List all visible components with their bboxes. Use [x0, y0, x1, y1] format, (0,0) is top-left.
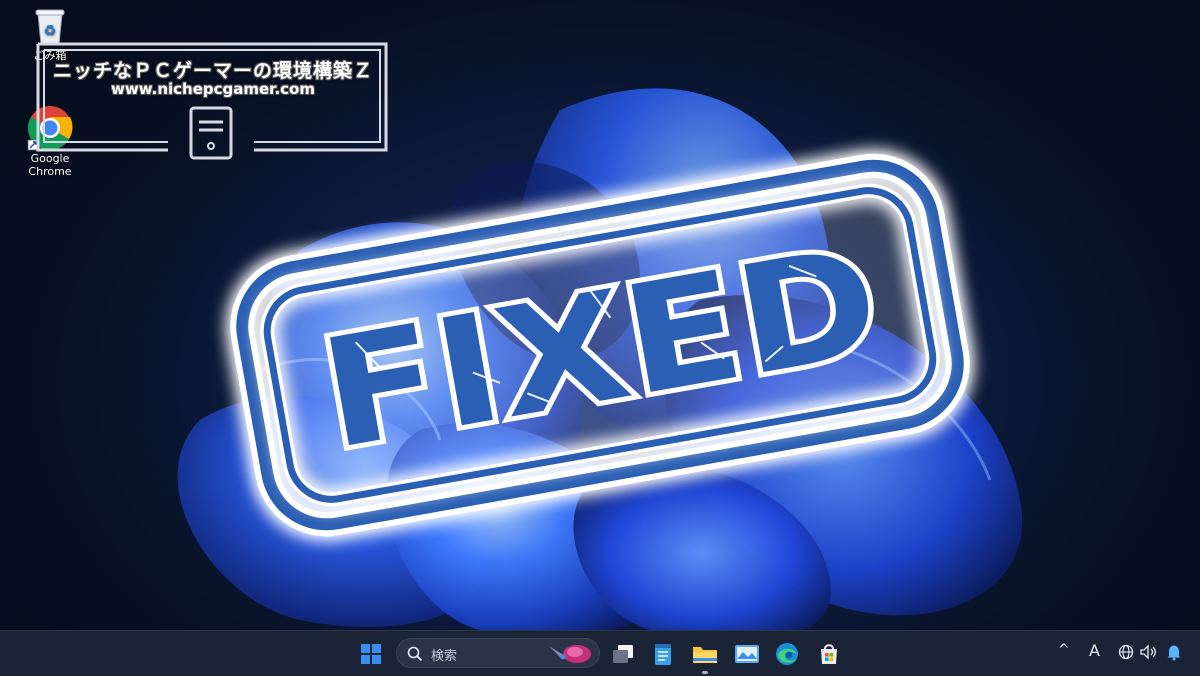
- active-app-indicator: [702, 671, 708, 674]
- task-view-button[interactable]: [606, 637, 640, 671]
- edge-button[interactable]: [770, 637, 804, 671]
- taskbar-search[interactable]: 検索: [396, 638, 600, 668]
- desktop: ♻ ごみ箱 Google Chrome ニッチなＰＣゲーマーの環境構築Ｚ www…: [0, 0, 1200, 630]
- ime-indicator[interactable]: A: [1089, 641, 1100, 660]
- taskbar: 検索 ^ A: [0, 630, 1200, 676]
- microsoft-store-icon: [821, 644, 837, 664]
- notepad-icon: [655, 644, 671, 665]
- edge-icon: [776, 643, 798, 665]
- start-button[interactable]: [354, 637, 388, 671]
- store-button[interactable]: [812, 637, 846, 671]
- search-highlight-icon: [549, 645, 591, 663]
- search-placeholder: 検索: [431, 649, 458, 664]
- tray-overflow-chevron-icon[interactable]: ^: [1058, 642, 1070, 658]
- file-explorer-icon: [693, 647, 717, 663]
- network-globe-icon[interactable]: [1118, 644, 1134, 660]
- file-explorer-button[interactable]: [688, 637, 722, 671]
- windows-start-icon: [361, 644, 381, 664]
- notification-bell-icon[interactable]: [1166, 643, 1182, 661]
- volume-icon[interactable]: [1140, 644, 1158, 660]
- photos-button[interactable]: [730, 637, 764, 671]
- task-view-icon: [613, 645, 633, 663]
- photos-icon: [735, 645, 759, 663]
- search-icon: [407, 646, 423, 662]
- notepad-button[interactable]: [646, 637, 680, 671]
- fixed-stamp: FIXED: [230, 153, 970, 537]
